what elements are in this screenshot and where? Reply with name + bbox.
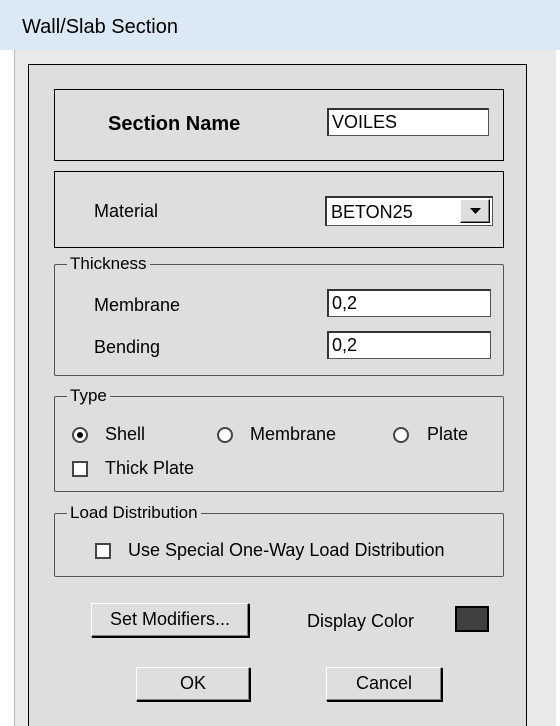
section-name-label: Section Name — [108, 113, 241, 135]
window-title: Wall/Slab Section — [22, 16, 178, 38]
thick-plate-label[interactable]: Thick Plate — [105, 457, 194, 479]
bending-thickness-input[interactable]: 0,2 — [327, 331, 491, 359]
material-label: Material — [94, 201, 159, 221]
section-name-input[interactable]: VOILES — [327, 108, 489, 136]
thickness-group: Thickness Membrane 0,2 Bending 0,2 — [54, 254, 504, 376]
membrane-label: Membrane — [94, 295, 181, 315]
section-name-box: Section Name VOILES — [54, 89, 504, 161]
title-bar: Wall/Slab Section — [0, 0, 560, 50]
set-modifiers-button[interactable]: Set Modifiers... — [91, 603, 249, 637]
membrane-radio[interactable] — [217, 427, 233, 443]
wall-slab-dialog: Section Name VOILES Material BETON25 Thi… — [28, 64, 527, 726]
one-way-load-checkbox[interactable] — [95, 543, 111, 559]
load-distribution-legend: Load Distribution — [67, 503, 201, 523]
shell-label[interactable]: Shell — [105, 423, 145, 445]
thick-plate-checkbox[interactable] — [72, 461, 88, 477]
material-box: Material BETON25 — [54, 171, 504, 248]
type-group: Type Shell Membrane Plate Thick Plate — [54, 386, 504, 492]
membrane-type-label[interactable]: Membrane — [250, 423, 336, 445]
one-way-load-label[interactable]: Use Special One-Way Load Distribution — [128, 539, 444, 561]
chevron-down-icon — [470, 208, 481, 214]
type-legend: Type — [67, 386, 110, 406]
material-selected: BETON25 — [331, 202, 413, 222]
thickness-legend: Thickness — [67, 254, 150, 274]
bending-label: Bending — [94, 337, 161, 357]
plate-radio[interactable] — [393, 427, 409, 443]
radio-selected-dot — [77, 432, 83, 438]
load-distribution-group: Load Distribution Use Special One-Way Lo… — [54, 503, 504, 577]
shell-radio[interactable] — [72, 427, 88, 443]
material-dropdown-button[interactable] — [460, 199, 490, 223]
display-color-label: Display Color — [307, 611, 415, 631]
plate-label[interactable]: Plate — [427, 423, 468, 445]
membrane-thickness-input[interactable]: 0,2 — [327, 289, 491, 317]
ok-button[interactable]: OK — [136, 667, 250, 701]
display-color-swatch[interactable] — [455, 606, 489, 632]
cancel-button[interactable]: Cancel — [326, 667, 442, 701]
material-dropdown[interactable]: BETON25 — [325, 196, 493, 226]
